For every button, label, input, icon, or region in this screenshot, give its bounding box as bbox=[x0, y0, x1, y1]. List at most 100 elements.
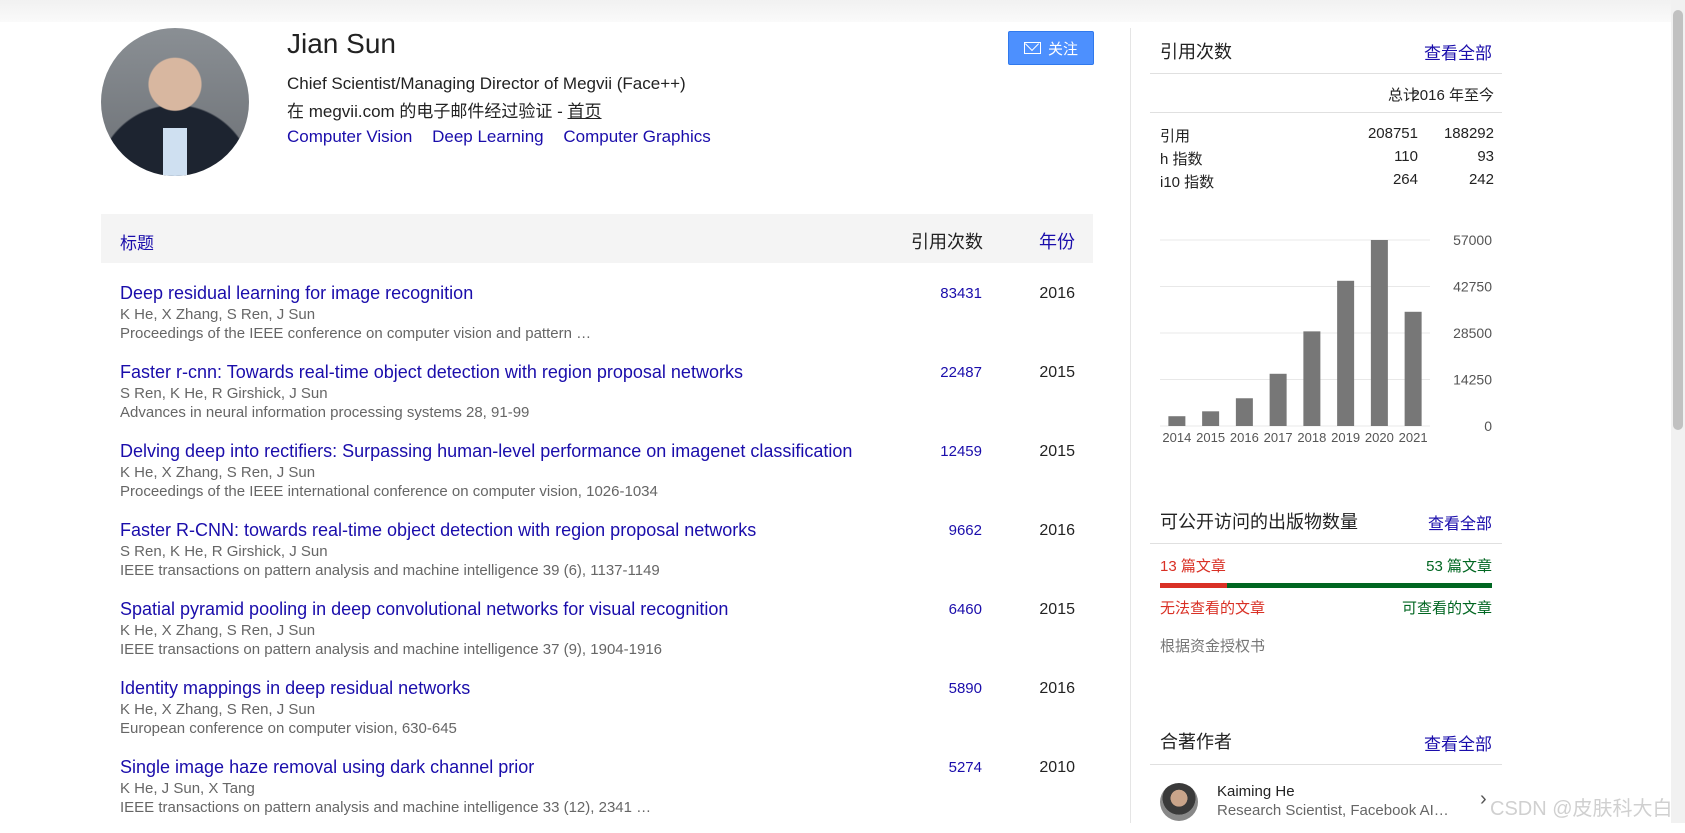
chart-y-labels: 57000 42750 28500 14250 0 bbox=[1453, 232, 1492, 434]
article-cites-link[interactable]: 6460 bbox=[949, 601, 982, 618]
coauthor-name-link[interactable]: Kaiming He bbox=[1217, 783, 1295, 800]
watermark: CSDN @皮肤科大白 bbox=[1490, 798, 1673, 820]
chart-bar[interactable] bbox=[1235, 398, 1253, 426]
article-venue: Proceedings of the IEEE conference on co… bbox=[120, 325, 592, 342]
open-access-box: 可公开访问的出版物数量 查看全部 13 篇文章 53 篇文章 无法查看的文章 可… bbox=[1150, 505, 1502, 655]
chart-gridlines bbox=[1160, 239, 1430, 427]
envelope-icon bbox=[1023, 42, 1041, 54]
article-venue: Proceedings of the IEEE international co… bbox=[120, 483, 658, 500]
follow-label: 关注 bbox=[1047, 40, 1078, 58]
article-year: 2015 bbox=[1039, 364, 1075, 381]
article-title-link[interactable]: Identity mappings in deep residual netwo… bbox=[120, 678, 470, 699]
article-cites-link[interactable]: 9662 bbox=[949, 522, 982, 539]
verified-email: 在 megvii.com 的电子邮件经过验证 - 首页 bbox=[287, 97, 602, 122]
article-year: 2015 bbox=[1039, 601, 1075, 618]
stat-label: i10 指数 bbox=[1160, 174, 1215, 191]
chart-x-labels: 2014 2015 2016 2017 2018 2019 2020 2021 bbox=[1162, 430, 1427, 445]
coauthors-view-all[interactable]: 查看全部 bbox=[1424, 730, 1492, 755]
available-count-link[interactable]: 53 篇文章 bbox=[1426, 555, 1492, 576]
divider bbox=[1150, 764, 1502, 765]
open-access-bar bbox=[1160, 583, 1492, 588]
article-title-link[interactable]: Spatial pyramid pooling in deep convolut… bbox=[120, 599, 728, 620]
article-row: Identity mappings in deep residual netwo… bbox=[101, 678, 1093, 754]
article-venue: IEEE transactions on pattern analysis an… bbox=[120, 562, 660, 579]
open-access-view-all[interactable]: 查看全部 bbox=[1428, 510, 1492, 534]
chart-x-tick-label: 2014 bbox=[1162, 430, 1191, 445]
article-authors: K He, X Zhang, S Ren, J Sun bbox=[120, 701, 316, 718]
profile-name: Jian Sun bbox=[287, 28, 396, 59]
article-cites-link[interactable]: 22487 bbox=[940, 364, 982, 381]
chevron-right-icon[interactable]: › bbox=[1480, 788, 1487, 811]
article-authors: K He, J Sun, X Tang bbox=[120, 780, 255, 797]
verified-email-text: 在 megvii.com 的电子邮件经过验证 - bbox=[287, 102, 568, 121]
chart-y-tick-label: 57000 bbox=[1453, 232, 1492, 248]
article-title-link[interactable]: Deep residual learning for image recogni… bbox=[120, 283, 473, 304]
chart-x-tick-label: 2020 bbox=[1365, 430, 1394, 445]
citations-heading: 引用次数 bbox=[1160, 42, 1232, 62]
profile-avatar bbox=[101, 28, 249, 176]
interest-link[interactable]: Computer Graphics bbox=[563, 127, 710, 146]
article-authors: S Ren, K He, R Girshick, J Sun bbox=[120, 385, 328, 402]
article-authors: K He, X Zhang, S Ren, J Sun bbox=[120, 622, 316, 639]
follow-button[interactable]: 关注 bbox=[1008, 31, 1094, 65]
article-title-link[interactable]: Single image haze removal using dark cha… bbox=[120, 757, 534, 778]
sort-by-title[interactable]: 标题 bbox=[120, 229, 154, 254]
open-access-heading: 可公开访问的出版物数量 bbox=[1160, 512, 1358, 532]
chart-x-tick-label: 2016 bbox=[1230, 430, 1259, 445]
stat-label: 引用 bbox=[1160, 128, 1191, 145]
article-title-link[interactable]: Faster R-CNN: towards real-time object d… bbox=[120, 520, 756, 541]
article-year: 2016 bbox=[1039, 522, 1075, 539]
coauthors-heading: 合著作者 bbox=[1160, 732, 1232, 752]
chart-x-tick-label: 2017 bbox=[1264, 430, 1293, 445]
unavailable-count-link[interactable]: 13 篇文章 bbox=[1160, 555, 1226, 576]
unavailable-label: 无法查看的文章 bbox=[1160, 600, 1266, 617]
divider bbox=[1150, 543, 1502, 544]
article-cites-link[interactable]: 12459 bbox=[940, 443, 982, 460]
chart-y-tick-label: 28500 bbox=[1453, 325, 1492, 341]
citations-chart: 2014 2015 2016 2017 2018 2019 2020 2021 57000 42… bbox=[1160, 232, 1492, 445]
chart-bar[interactable] bbox=[1337, 280, 1355, 426]
article-title-link[interactable]: Faster r-cnn: Towards real-time object d… bbox=[120, 362, 743, 383]
avatar-shirt bbox=[163, 128, 187, 176]
chart-y-tick-label: 0 bbox=[1484, 418, 1492, 434]
stat-since: 93 bbox=[1477, 148, 1494, 165]
scrollbar-thumb[interactable] bbox=[1673, 10, 1683, 430]
article-cites-link[interactable]: 5890 bbox=[949, 680, 982, 697]
open-access-bar-unavailable bbox=[1160, 583, 1227, 588]
chart-bar[interactable] bbox=[1168, 416, 1186, 426]
article-row: Faster r-cnn: Towards real-time object d… bbox=[101, 362, 1093, 438]
sort-by-cites[interactable]: 引用次数 bbox=[911, 228, 983, 254]
divider bbox=[1150, 73, 1502, 74]
stat-since: 242 bbox=[1468, 171, 1494, 188]
coauthor-affiliation: Research Scientist, Facebook AI… bbox=[1217, 802, 1449, 819]
coauthors-box: 合著作者 查看全部 Kaiming He Research Scientist,… bbox=[1150, 728, 1502, 823]
chart-bar[interactable] bbox=[1404, 311, 1422, 426]
chart-bar[interactable] bbox=[1370, 240, 1388, 426]
article-title-link[interactable]: Delving deep into rectifiers: Surpassing… bbox=[120, 441, 852, 462]
interest-link[interactable]: Computer Vision bbox=[287, 127, 412, 146]
article-venue: IEEE transactions on pattern analysis an… bbox=[120, 641, 662, 658]
article-cites-link[interactable]: 5274 bbox=[949, 759, 982, 776]
article-row: Deep residual learning for image recogni… bbox=[101, 283, 1093, 359]
available-label: 可查看的文章 bbox=[1401, 600, 1492, 617]
article-row: Spatial pyramid pooling in deep convolut… bbox=[101, 599, 1093, 675]
articles-table-header: 标题 引用次数 年份 bbox=[101, 214, 1093, 263]
homepage-link[interactable]: 首页 bbox=[568, 102, 602, 121]
chart-y-tick-label: 42750 bbox=[1453, 279, 1492, 295]
chart-bar[interactable] bbox=[1303, 331, 1321, 426]
article-cites-link[interactable]: 83431 bbox=[940, 285, 982, 302]
article-venue: European conference on computer vision, … bbox=[120, 720, 457, 737]
chart-x-tick-label: 2015 bbox=[1196, 430, 1225, 445]
stat-since: 188292 bbox=[1443, 125, 1494, 142]
scrollbar[interactable] bbox=[1671, 0, 1685, 823]
article-year: 2015 bbox=[1039, 443, 1075, 460]
chart-bar[interactable] bbox=[1202, 411, 1220, 426]
chart-x-tick-label: 2018 bbox=[1297, 430, 1326, 445]
chart-bar[interactable] bbox=[1269, 373, 1287, 426]
profile-affiliation: Chief Scientist/Managing Director of Meg… bbox=[287, 74, 686, 93]
sort-by-year[interactable]: 年份 bbox=[1039, 228, 1075, 254]
interest-link[interactable]: Deep Learning bbox=[432, 127, 544, 146]
article-row: Delving deep into rectifiers: Surpassing… bbox=[101, 441, 1093, 517]
article-year: 2016 bbox=[1039, 680, 1075, 697]
citations-view-all[interactable]: 查看全部 bbox=[1424, 39, 1492, 64]
